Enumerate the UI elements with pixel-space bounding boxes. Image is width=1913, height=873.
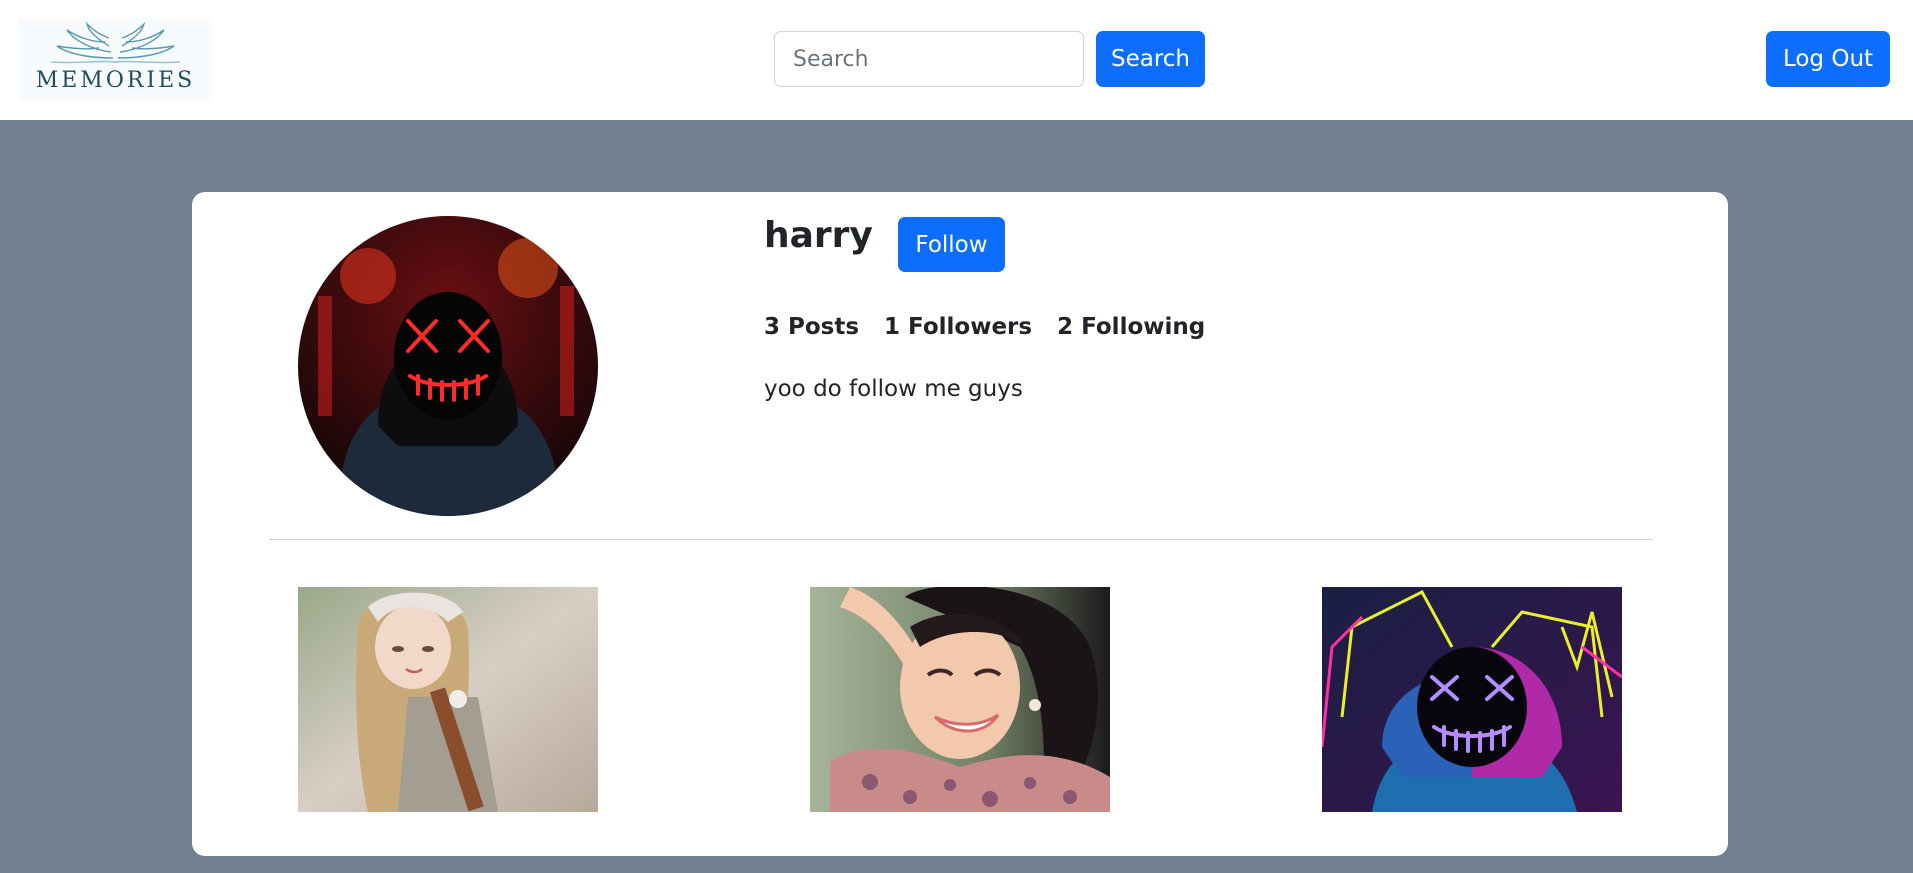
angel-wings-icon [50, 22, 181, 64]
neon-mask-hoodie-photo-icon [1322, 587, 1622, 812]
post-thumbnail-2[interactable] [810, 587, 1110, 812]
logout-button[interactable]: Log Out [1766, 31, 1890, 87]
post-thumbnail-1[interactable] [298, 587, 598, 812]
followers-count[interactable]: 1 Followers [884, 314, 1032, 340]
profile-username: harry [764, 215, 873, 256]
profile-bio: yoo do follow me guys [764, 376, 1023, 402]
search-input[interactable] [774, 31, 1084, 87]
profile-card: harry Follow 3 Posts 1 Followers 2 Follo… [192, 192, 1728, 856]
search-button[interactable]: Search [1096, 31, 1205, 87]
post-thumbnail-3[interactable] [1322, 587, 1622, 812]
logo-text: MEMORIES [35, 68, 196, 93]
navbar: MEMORIES Search Log Out [0, 0, 1913, 120]
posts-count: 3 Posts [764, 314, 860, 340]
brand-logo[interactable]: MEMORIES [19, 18, 212, 101]
neon-mask-hoodie-photo-icon [298, 216, 598, 516]
following-count[interactable]: 2 Following [1057, 314, 1205, 340]
smiling-woman-photo-icon [810, 587, 1110, 812]
follow-button[interactable]: Follow [898, 217, 1005, 272]
profile-avatar[interactable] [298, 216, 598, 516]
profile-stats: 3 Posts 1 Followers 2 Following [764, 314, 1205, 340]
doll-photo-icon [298, 587, 598, 812]
divider [269, 539, 1653, 540]
